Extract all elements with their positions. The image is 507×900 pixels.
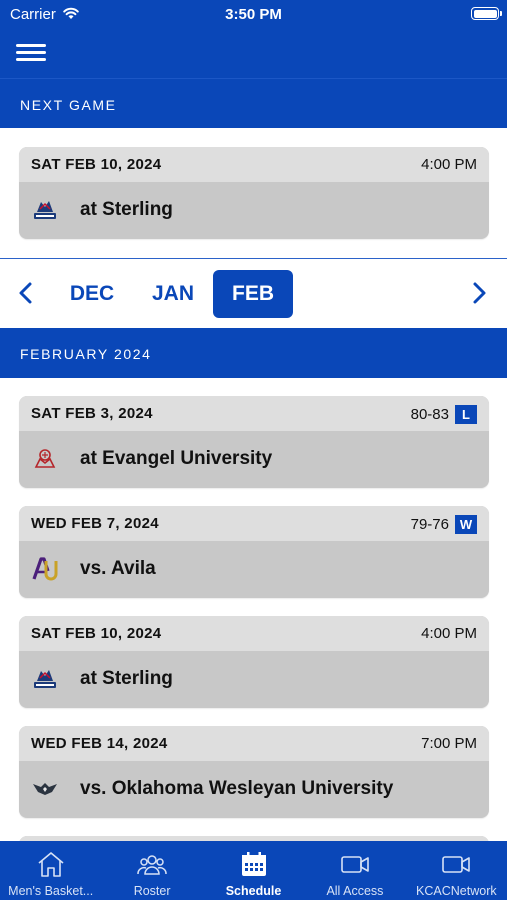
game-opponent: vs. Avila xyxy=(80,558,156,579)
game-card-body: vs. Oklahoma Wesleyan University xyxy=(19,761,489,818)
month-selector: DEC JAN FEB xyxy=(0,258,507,328)
tab-home[interactable]: Men's Basket... xyxy=(0,841,101,900)
game-card[interactable]: WED FEB 7, 2024 79-76 W vs. Avila xyxy=(19,506,489,598)
win-badge: W xyxy=(455,515,477,534)
game-date: SAT FEB 10, 2024 xyxy=(31,625,162,642)
tab-roster[interactable]: Roster xyxy=(101,841,202,900)
tab-label: KCACNetwork xyxy=(416,884,497,898)
game-card-body: at Sterling xyxy=(19,182,489,239)
status-bar: Carrier 3:50 PM xyxy=(0,0,507,30)
battery-icon xyxy=(471,7,502,20)
game-card-body: vs. Avila xyxy=(19,541,489,598)
avila-logo-icon xyxy=(32,557,58,581)
month-tab-feb[interactable]: FEB xyxy=(213,270,293,318)
game-result: 80-83 L xyxy=(411,405,477,424)
game-date: SAT FEB 10, 2024 xyxy=(31,156,162,173)
tab-label: All Access xyxy=(326,884,384,898)
game-opponent: at Sterling xyxy=(80,668,173,689)
game-result: 7:00 PM xyxy=(421,735,477,752)
game-opponent: vs. Oklahoma Wesleyan University xyxy=(80,778,394,799)
tab-bar: Men's Basket... Roster Schedule All Acce… xyxy=(0,841,507,900)
game-card-header: SAT FEB 10, 2024 4:00 PM xyxy=(19,616,489,651)
game-date: SAT FEB 3, 2024 xyxy=(31,405,153,422)
game-date: WED FEB 7, 2024 xyxy=(31,515,159,532)
clock: 3:50 PM xyxy=(225,6,282,23)
month-header: FEBRUARY 2024 xyxy=(0,328,507,378)
tab-all-access[interactable]: All Access xyxy=(304,841,405,900)
chevron-left-icon[interactable] xyxy=(16,281,36,305)
month-tab-dec[interactable]: DEC xyxy=(52,270,132,318)
tab-label: Men's Basket... xyxy=(8,884,94,898)
evangel-logo-icon xyxy=(34,449,56,468)
game-card-header: WED FEB 14, 2024 7:00 PM xyxy=(19,726,489,761)
okwu-logo-icon xyxy=(33,783,57,795)
game-card-body: at Evangel University xyxy=(19,431,489,488)
game-card-header: WED FEB 7, 2024 79-76 W xyxy=(19,506,489,541)
menu-icon[interactable] xyxy=(16,43,46,63)
calendar-icon xyxy=(241,852,266,876)
game-time: 4:00 PM xyxy=(421,156,477,173)
tab-label: Schedule xyxy=(225,884,282,898)
game-card[interactable]: SAT FEB 3, 2024 80-83 L at Evangel Unive… xyxy=(19,396,489,488)
game-card-header: SAT FEB 3, 2024 80-83 L xyxy=(19,396,489,431)
game-card[interactable]: SAT FEB 10, 2024 4:00 PM at Sterling xyxy=(19,616,489,708)
tab-schedule[interactable]: Schedule xyxy=(203,841,304,900)
next-game-header: NEXT GAME xyxy=(0,78,507,128)
game-date: WED FEB 14, 2024 xyxy=(31,735,168,752)
next-game-card[interactable]: SAT FEB 10, 2024 4:00 PM at Sterling xyxy=(19,147,489,239)
game-result: 4:00 PM xyxy=(421,156,477,173)
tab-label: Roster xyxy=(133,884,171,898)
chevron-right-icon[interactable] xyxy=(469,281,489,305)
month-tab-jan[interactable]: JAN xyxy=(133,270,213,318)
game-opponent: at Evangel University xyxy=(80,448,273,469)
game-time: 7:00 PM xyxy=(421,735,477,752)
nav-bar xyxy=(0,30,507,78)
loss-badge: L xyxy=(455,405,477,424)
sterling-logo-icon xyxy=(34,670,56,688)
game-card-header: SAT FEB 10, 2024 4:00 PM xyxy=(19,147,489,182)
game-card[interactable]: WED FEB 14, 2024 7:00 PM vs. Oklahoma We… xyxy=(19,726,489,818)
game-score: 79-76 xyxy=(410,516,449,533)
game-score: 80-83 xyxy=(410,406,449,423)
sterling-logo-icon xyxy=(34,201,56,219)
video-camera-icon xyxy=(341,856,369,873)
tab-kcacnetwork[interactable]: KCACNetwork xyxy=(406,841,507,900)
game-result: 79-76 W xyxy=(411,515,477,534)
home-icon xyxy=(38,852,64,877)
game-card-body: at Sterling xyxy=(19,651,489,708)
people-icon xyxy=(137,855,167,875)
video-camera-icon xyxy=(442,856,471,873)
game-result: 4:00 PM xyxy=(421,625,477,642)
game-opponent: at Sterling xyxy=(80,199,173,220)
game-time: 4:00 PM xyxy=(421,625,477,642)
